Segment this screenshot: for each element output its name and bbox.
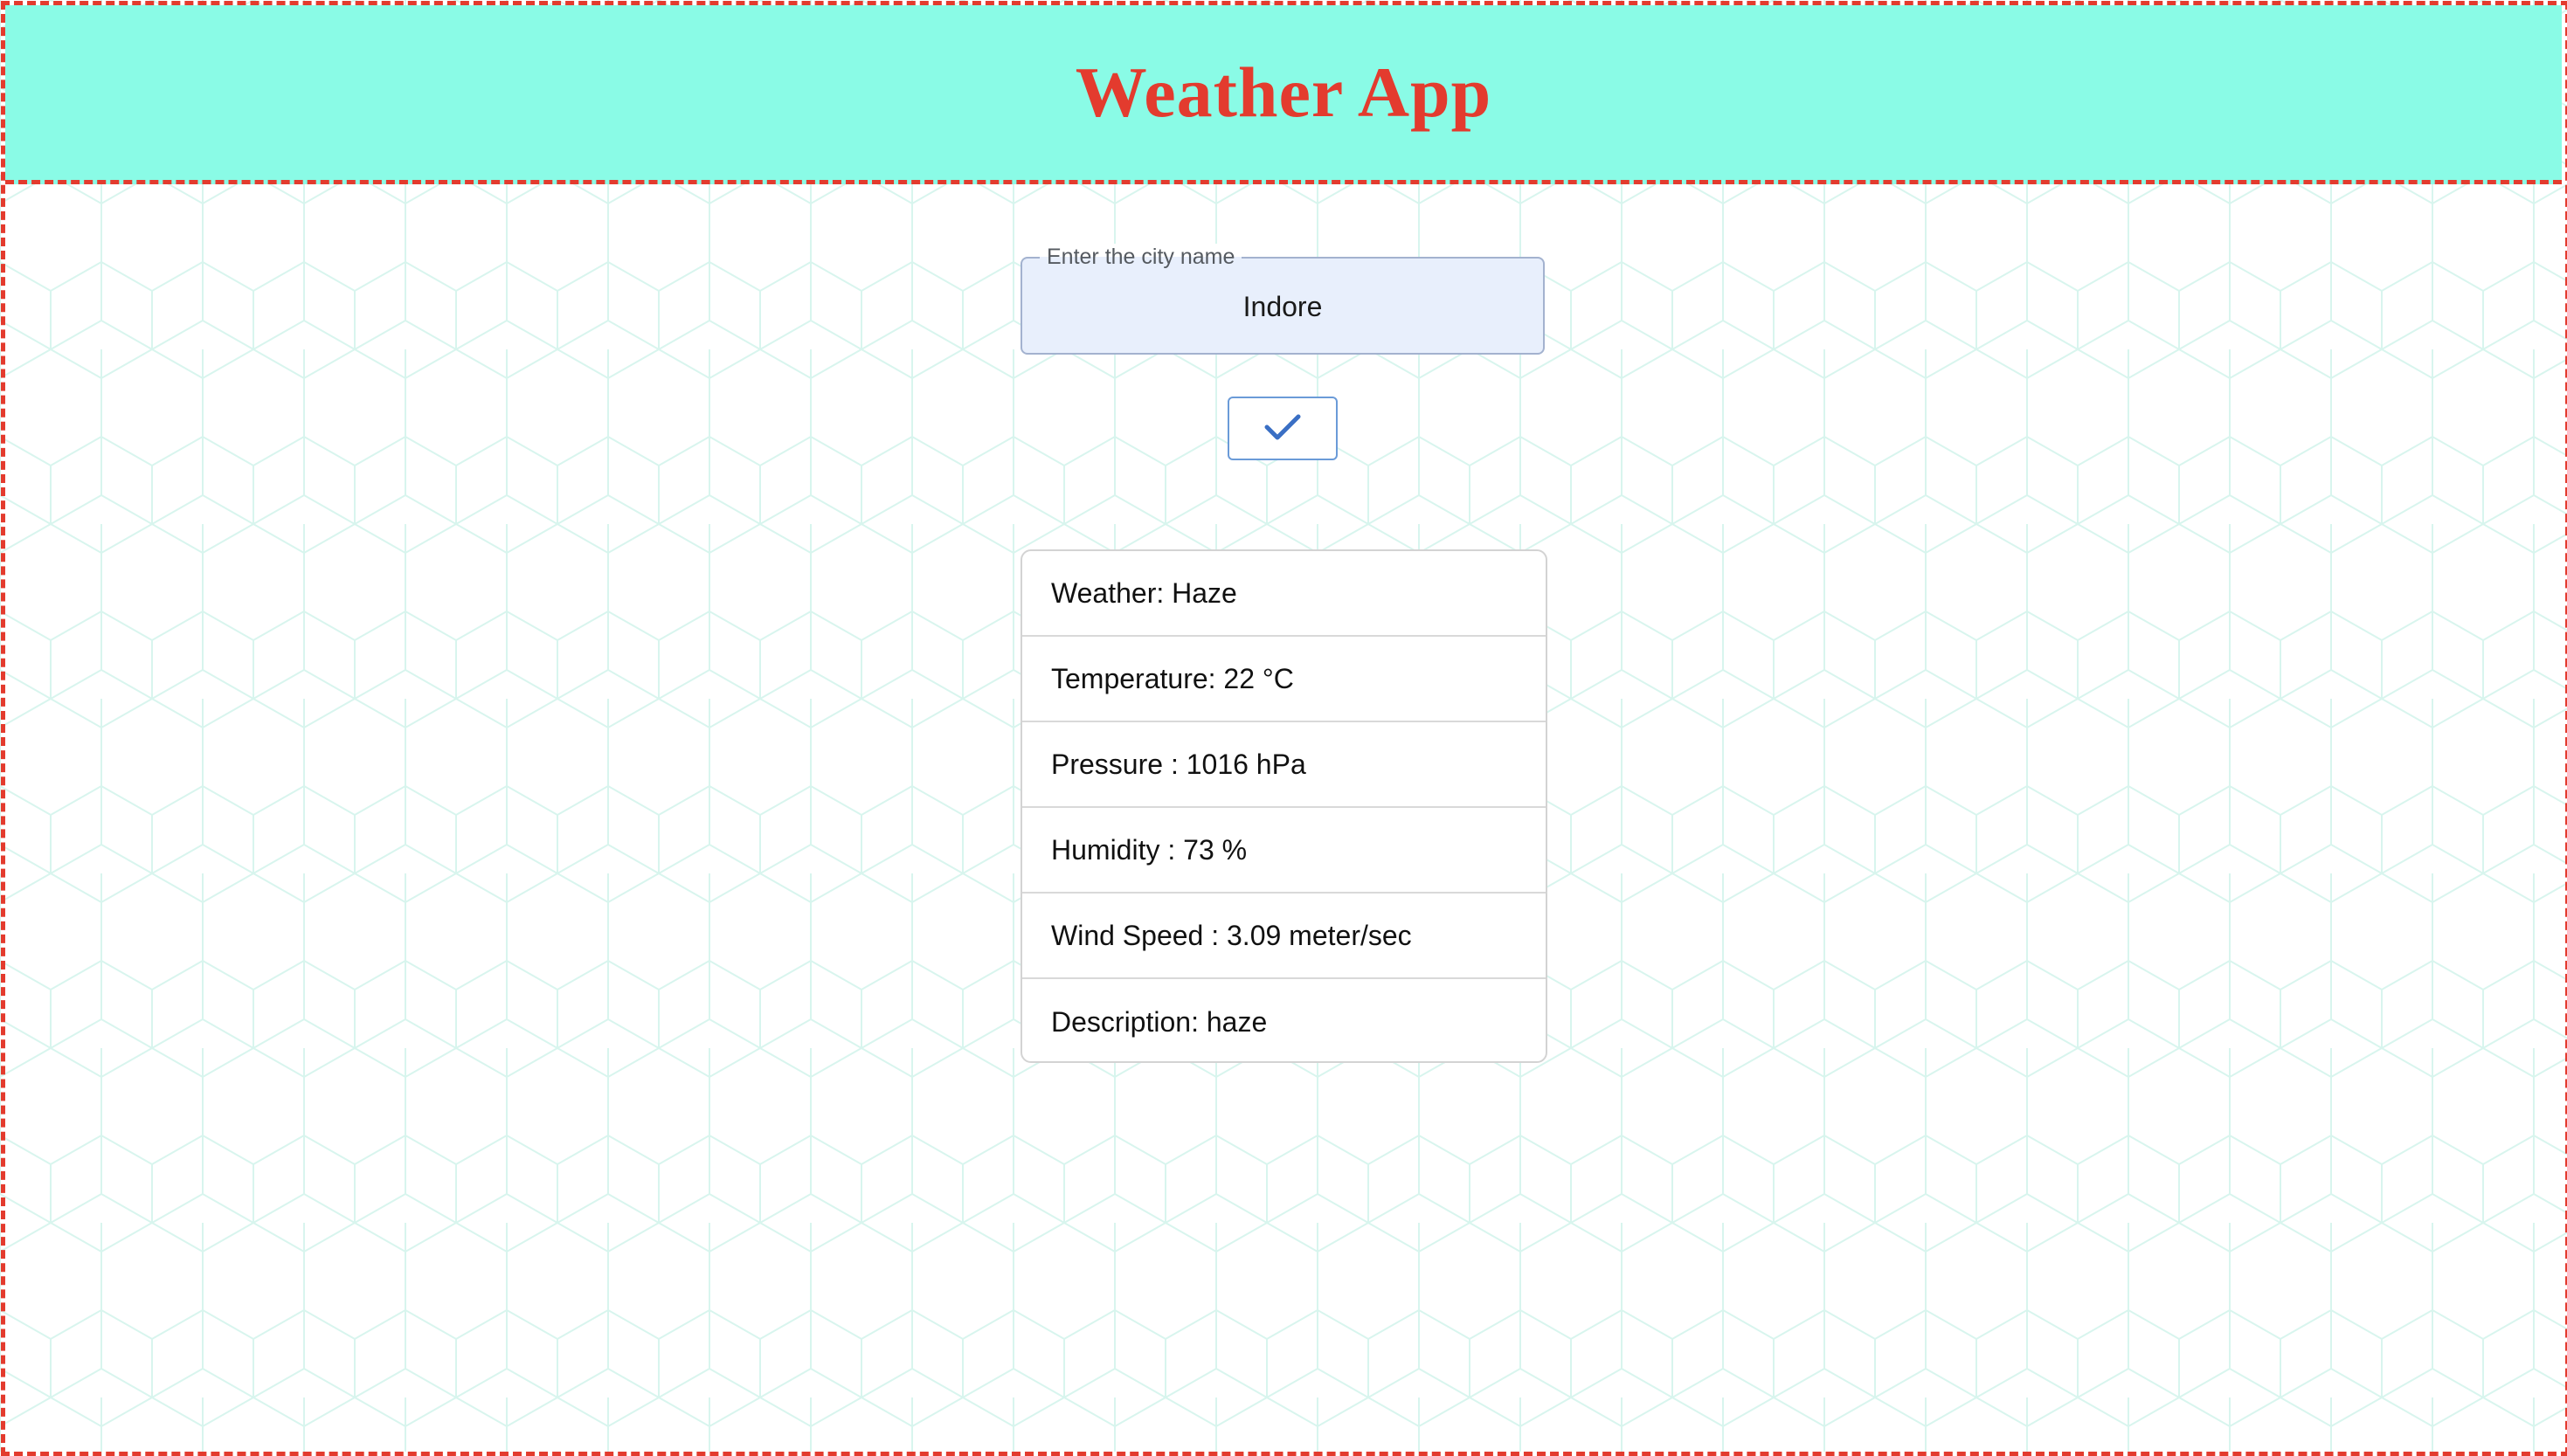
humidity-label: Humidity	[1051, 833, 1160, 866]
app-title: Weather App	[1075, 52, 1492, 132]
weather-row: Weather: Haze	[1022, 551, 1546, 637]
description-value: haze	[1206, 1005, 1268, 1038]
wind-speed-value: 3.09 meter/sec	[1227, 919, 1412, 951]
pressure-separator: :	[1163, 748, 1187, 780]
weather-label: Weather	[1051, 576, 1157, 609]
temperature-separator: :	[1207, 662, 1224, 694]
humidity-value: 73 %	[1183, 833, 1248, 866]
description-row: Description: haze	[1022, 979, 1546, 1061]
weather-results-card: Weather: Haze Temperature: 22 °C Pressur…	[1021, 549, 1547, 1063]
pressure-value: 1016 hPa	[1186, 748, 1306, 780]
temperature-row: Temperature: 22 °C	[1022, 637, 1546, 722]
submit-button[interactable]	[1228, 397, 1338, 460]
humidity-separator: :	[1159, 833, 1184, 866]
checkmark-icon	[1263, 411, 1302, 445]
description-separator: :	[1191, 1005, 1207, 1038]
pressure-label: Pressure	[1051, 748, 1164, 780]
pressure-row: Pressure : 1016 hPa	[1022, 722, 1546, 808]
wind-speed-separator: :	[1203, 919, 1227, 951]
temperature-label: Temperature	[1051, 662, 1208, 694]
wind-speed-row: Wind Speed : 3.09 meter/sec	[1022, 894, 1546, 979]
description-label: Description	[1051, 1005, 1192, 1038]
humidity-row: Humidity : 73 %	[1022, 808, 1546, 894]
temperature-value: 22 °C	[1223, 662, 1294, 694]
weather-value: Haze	[1172, 576, 1237, 609]
wind-speed-label: Wind Speed	[1051, 919, 1204, 951]
app-header: Weather App	[5, 5, 2562, 184]
city-field: Enter the city name	[1021, 244, 1545, 355]
weather-separator: :	[1156, 576, 1173, 609]
city-input[interactable]	[1022, 259, 1543, 353]
